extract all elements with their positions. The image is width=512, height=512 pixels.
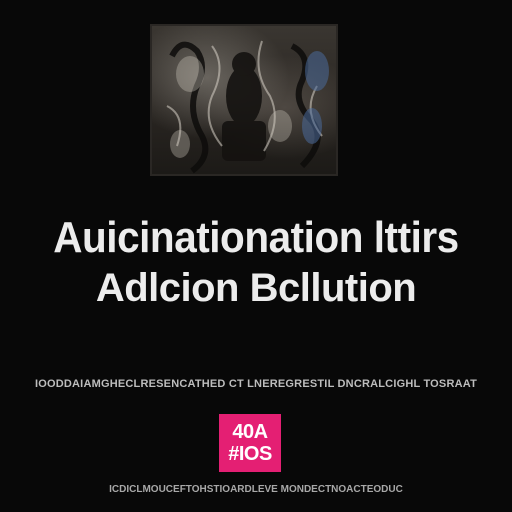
- hero-artwork-image: [150, 24, 338, 176]
- headline-line-2: Adlcion Bcllution: [95, 266, 417, 310]
- logo-badge: 40A #IOS: [219, 414, 281, 472]
- badge-line-2: #IOS: [228, 443, 272, 465]
- caption-top-text: IOODDAIAMGHECLRESENCATHED CT LNEREGRESTI…: [34, 378, 478, 390]
- caption-bottom-text: ICDICLMOUCEFTOHSTIOARDLEVE MONDECTNOACTE…: [109, 484, 403, 495]
- badge-line-1: 40A: [232, 421, 268, 443]
- artwork-figures-graphic: [166, 40, 329, 174]
- headline-line-1: Auicinationation lttirs: [53, 213, 459, 262]
